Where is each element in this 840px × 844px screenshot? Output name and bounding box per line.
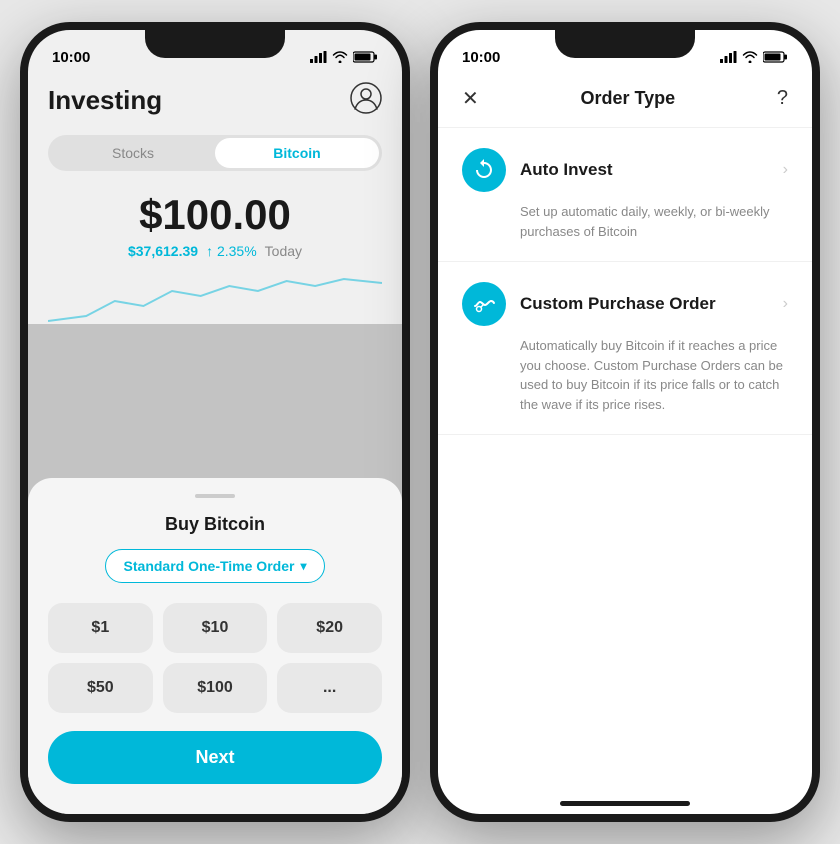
next-button[interactable]: Next — [48, 731, 382, 784]
notch-right — [555, 30, 695, 58]
signal-icon-right — [720, 51, 737, 63]
chart-wave-icon — [472, 292, 496, 316]
auto-invest-icon — [462, 148, 506, 192]
close-button[interactable]: ✕ — [462, 86, 479, 111]
auto-invest-row: Auto Invest › — [462, 148, 788, 192]
amount-more[interactable]: ... — [277, 663, 382, 713]
auto-invest-left: Auto Invest — [462, 148, 613, 192]
price-btc: $37,612.39 — [128, 243, 198, 259]
investing-title: Investing — [48, 85, 162, 116]
chart-area — [48, 271, 382, 331]
custom-purchase-row: Custom Purchase Order › — [462, 282, 788, 326]
order-type-header: ✕ Order Type ? — [438, 74, 812, 128]
custom-purchase-icon — [462, 282, 506, 326]
auto-invest-description: Set up automatic daily, weekly, or bi-we… — [462, 202, 788, 241]
tabs: Stocks Bitcoin — [48, 135, 382, 171]
investing-header: Investing — [48, 74, 382, 135]
sheet-title: Buy Bitcoin — [48, 514, 382, 535]
amount-20[interactable]: $20 — [277, 603, 382, 653]
tab-stocks[interactable]: Stocks — [51, 138, 215, 168]
wifi-icon — [332, 51, 348, 63]
battery-icon-right — [763, 51, 788, 63]
time-right: 10:00 — [462, 49, 500, 66]
help-button[interactable]: ? — [777, 87, 788, 110]
status-icons-right — [720, 51, 788, 63]
auto-invest-chevron-icon: › — [783, 161, 788, 179]
wifi-icon-right — [742, 51, 758, 63]
right-phone: 10:00 — [430, 22, 820, 822]
auto-invest-option[interactable]: Auto Invest › Set up automatic daily, we… — [438, 128, 812, 262]
amount-50[interactable]: $50 — [48, 663, 153, 713]
amount-100[interactable]: $100 — [163, 663, 268, 713]
custom-purchase-left: Custom Purchase Order — [462, 282, 716, 326]
custom-purchase-chevron-icon: › — [783, 295, 788, 313]
battery-icon — [353, 51, 378, 63]
price-change: ↑ 2.35% — [206, 243, 257, 259]
header-title: Order Type — [580, 88, 675, 109]
signal-icon — [310, 51, 327, 63]
phones-container: 10:00 — [0, 0, 840, 844]
refresh-icon — [472, 158, 496, 182]
custom-purchase-option[interactable]: Custom Purchase Order › Automatically bu… — [438, 262, 812, 435]
custom-purchase-description: Automatically buy Bitcoin if it reaches … — [462, 336, 788, 414]
sheet-handle — [195, 494, 235, 498]
amount-10[interactable]: $10 — [163, 603, 268, 653]
order-type-button[interactable]: Standard One-Time Order ▾ — [105, 549, 326, 583]
status-icons-left — [310, 51, 378, 63]
order-type-label: Standard One-Time Order — [124, 558, 295, 574]
auto-invest-name: Auto Invest — [520, 160, 613, 180]
right-phone-content: ✕ Order Type ? Auto Invest — [438, 74, 812, 814]
custom-purchase-name: Custom Purchase Order — [520, 294, 716, 314]
left-phone: 10:00 — [20, 22, 410, 822]
home-indicator-right — [560, 801, 690, 806]
left-phone-content: Investing Stocks Bitcoin $100.00 $ — [28, 74, 402, 814]
bottom-sheet: Buy Bitcoin Standard One-Time Order ▾ $1… — [28, 478, 402, 814]
time-left: 10:00 — [52, 49, 90, 66]
amount-grid: $1 $10 $20 $50 $100 ... — [48, 603, 382, 713]
notch — [145, 30, 285, 58]
chevron-down-icon: ▾ — [300, 559, 306, 573]
amount-1[interactable]: $1 — [48, 603, 153, 653]
profile-icon[interactable] — [350, 82, 382, 119]
tab-bitcoin[interactable]: Bitcoin — [215, 138, 379, 168]
price-sub: $37,612.39 ↑ 2.35% Today — [48, 243, 382, 259]
price-period: Today — [265, 243, 302, 259]
price-display: $100.00 $37,612.39 ↑ 2.35% Today — [48, 191, 382, 259]
price-main: $100.00 — [48, 191, 382, 239]
